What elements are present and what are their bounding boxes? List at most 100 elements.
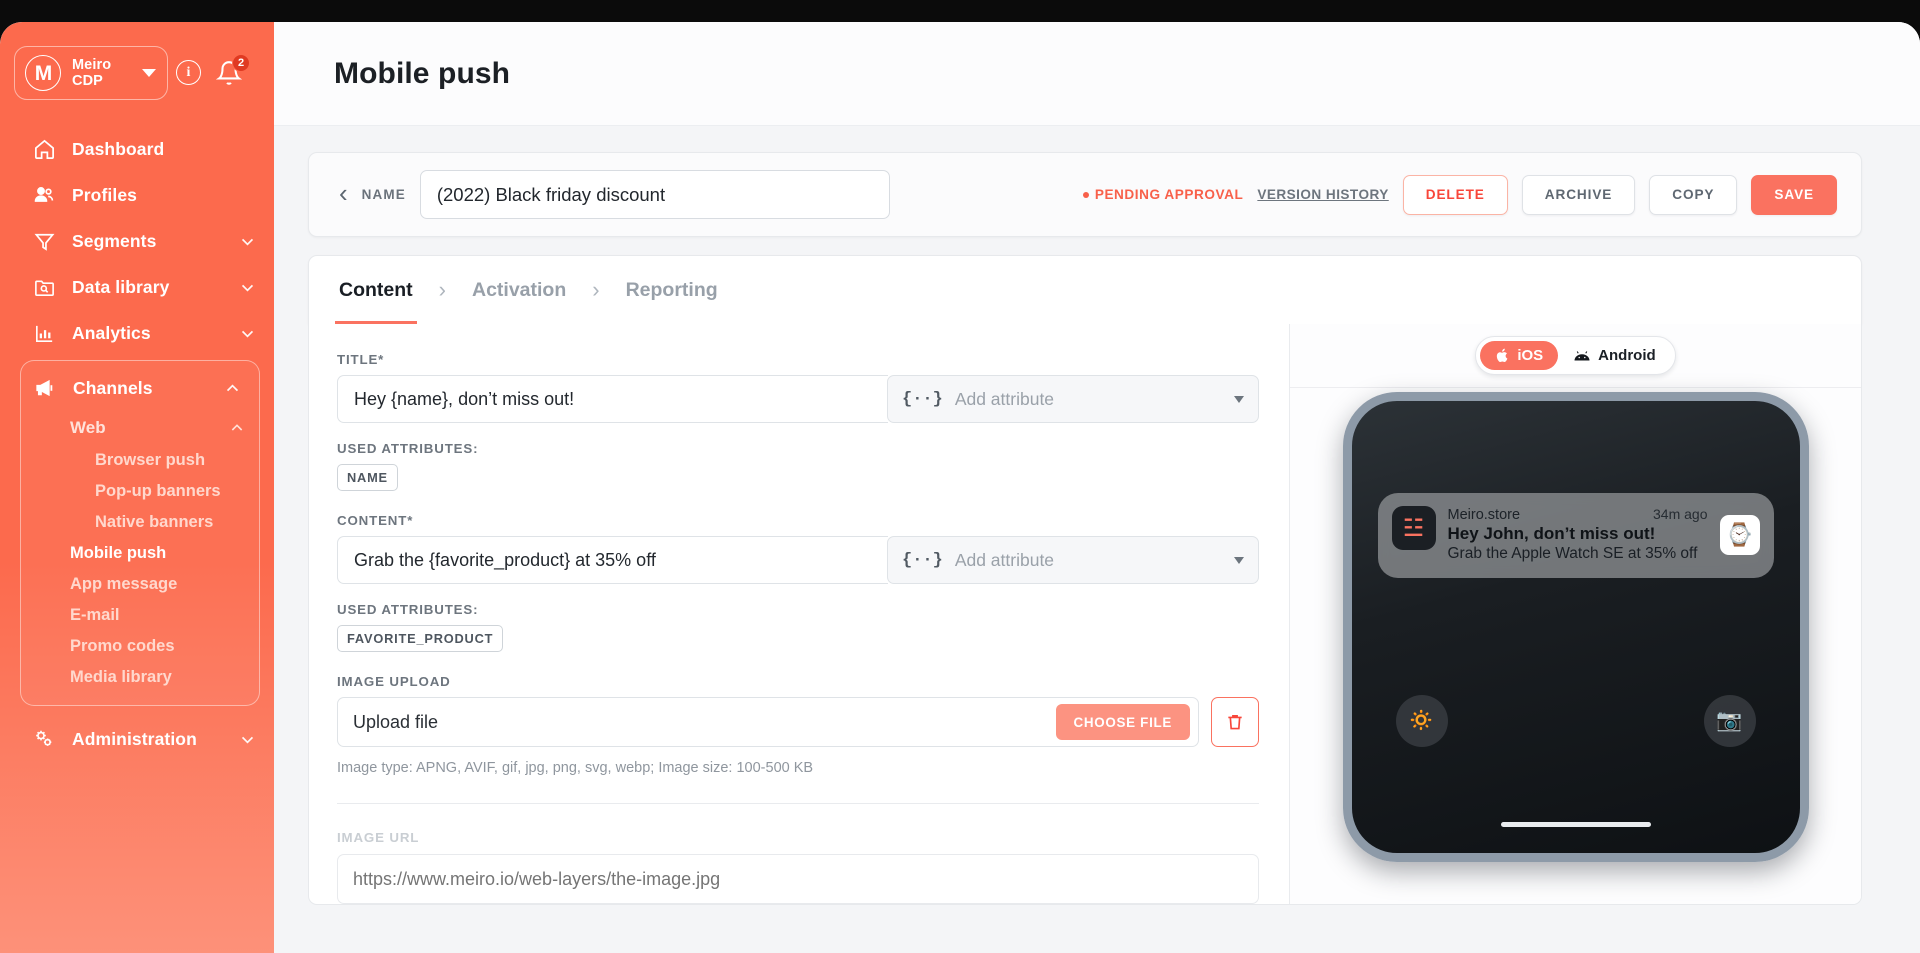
title-add-attribute-select[interactable]: {··} Add attribute bbox=[887, 375, 1259, 423]
notification-time: 34m ago bbox=[1653, 506, 1708, 522]
chevron-right-icon: › bbox=[592, 277, 600, 302]
sidebar-subitem-email[interactable]: E-mail bbox=[21, 600, 259, 631]
camera-icon[interactable]: 📷 bbox=[1703, 695, 1756, 747]
sidebar-item-label: Analytics bbox=[72, 322, 151, 343]
copy-button[interactable]: COPY bbox=[1649, 174, 1738, 215]
sidebar-nav: Dashboard Profiles Segments Data library… bbox=[0, 126, 274, 762]
sidebar: M Meiro CDP i 2 Dashboard Profiles Segme… bbox=[0, 22, 274, 953]
sidebar-item-dashboard[interactable]: Dashboard bbox=[0, 126, 274, 172]
sidebar-subitem-popup-banners[interactable]: Pop-up banners bbox=[21, 476, 259, 507]
notification-app-name: Meiro.store bbox=[1447, 507, 1521, 523]
divider bbox=[337, 803, 1259, 804]
folder-search-icon bbox=[32, 275, 56, 299]
preview-column: iOS Android ☳ Meiro.store 34m ago Hey Jo… bbox=[1289, 324, 1861, 904]
page-title: Mobile push bbox=[334, 56, 511, 90]
sidebar-subitem-browser-push[interactable]: Browser push bbox=[21, 445, 259, 476]
sidebar-item-data-library[interactable]: Data library bbox=[0, 264, 274, 310]
campaign-name-input[interactable] bbox=[419, 170, 890, 219]
app-window: M Meiro CDP i 2 Dashboard Profiles Segme… bbox=[0, 22, 1920, 953]
content-used-attributes-label: USED ATTRIBUTES: bbox=[337, 602, 479, 617]
sidebar-item-administration[interactable]: Administration bbox=[0, 716, 274, 762]
os-switch: iOS Android bbox=[1475, 336, 1676, 375]
sidebar-item-segments[interactable]: Segments bbox=[0, 218, 274, 264]
content-add-attribute-select[interactable]: {··} Add attribute bbox=[887, 536, 1259, 584]
notification-title: Hey John, don’t miss out! bbox=[1447, 524, 1656, 543]
tab-activation[interactable]: Activation bbox=[468, 256, 570, 324]
chevron-down-icon bbox=[1234, 556, 1244, 564]
info-button[interactable]: i bbox=[176, 60, 202, 86]
braces-icon: {··} bbox=[902, 550, 943, 570]
chevron-down-icon bbox=[1234, 395, 1244, 403]
notifications-button[interactable]: 2 bbox=[216, 54, 250, 86]
upload-file-field[interactable]: Upload file CHOOSE FILE bbox=[337, 697, 1199, 747]
os-tab-android[interactable]: Android bbox=[1558, 341, 1671, 370]
sidebar-subitem-native-banners[interactable]: Native banners bbox=[21, 507, 259, 538]
sidebar-item-label: Channels bbox=[73, 377, 153, 398]
choose-file-button[interactable]: CHOOSE FILE bbox=[1055, 704, 1190, 740]
sidebar-item-label: Profiles bbox=[72, 184, 137, 205]
delete-image-button[interactable] bbox=[1211, 697, 1259, 747]
upload-file-placeholder: Upload file bbox=[353, 711, 439, 732]
sidebar-subitem-label: Web bbox=[70, 418, 106, 437]
sidebar-subitem-media-library[interactable]: Media library bbox=[21, 662, 259, 693]
meiro-logo-icon: M bbox=[25, 55, 61, 91]
bar-chart-icon bbox=[32, 321, 56, 345]
chevron-left-icon[interactable]: ‹ bbox=[333, 180, 362, 209]
workspace-switcher[interactable]: M Meiro CDP bbox=[14, 46, 168, 100]
phone-preview: ☳ Meiro.store 34m ago Hey John, don’t mi… bbox=[1290, 388, 1861, 888]
toolbar-actions: PENDING APPROVAL VERSION HISTORY DELETE … bbox=[1082, 174, 1837, 215]
name-label: NAME bbox=[361, 187, 406, 202]
notification-text: Grab the Apple Watch SE at 35% off bbox=[1447, 545, 1698, 562]
os-switch-wrap: iOS Android bbox=[1290, 324, 1861, 388]
image-url-label: IMAGE URL bbox=[337, 830, 420, 845]
sidebar-subitem-web[interactable]: Web bbox=[21, 411, 259, 445]
notification-card: ☳ Meiro.store 34m ago Hey John, don’t mi… bbox=[1377, 493, 1774, 578]
add-attribute-placeholder: Add attribute bbox=[954, 388, 1055, 409]
sidebar-item-label: Segments bbox=[72, 230, 157, 251]
name-toolbar: ‹ NAME PENDING APPROVAL VERSION HISTORY … bbox=[308, 152, 1862, 237]
delete-button[interactable]: DELETE bbox=[1402, 174, 1508, 215]
image-url-input[interactable] bbox=[337, 854, 1259, 904]
sidebar-header: M Meiro CDP i 2 bbox=[0, 36, 274, 100]
apple-icon bbox=[1497, 348, 1508, 363]
apple-watch-thumbnail: ⌚ bbox=[1719, 514, 1760, 555]
content-input[interactable] bbox=[337, 536, 888, 584]
chevron-up-icon bbox=[229, 420, 245, 436]
brand-name: Meiro CDP bbox=[72, 57, 111, 89]
os-tab-ios-label: iOS bbox=[1517, 347, 1544, 364]
chevron-down-icon bbox=[239, 233, 256, 250]
home-icon bbox=[32, 137, 56, 161]
save-button[interactable]: SAVE bbox=[1751, 174, 1837, 215]
sidebar-item-label: Data library bbox=[72, 276, 170, 297]
brand-line-1: Meiro bbox=[72, 56, 112, 73]
attribute-chip[interactable]: FAVORITE_PRODUCT bbox=[337, 625, 504, 652]
sidebar-item-analytics[interactable]: Analytics bbox=[0, 310, 274, 356]
version-history-link[interactable]: VERSION HISTORY bbox=[1257, 187, 1388, 203]
title-used-attributes-label: USED ATTRIBUTES: bbox=[337, 441, 479, 456]
archive-button[interactable]: ARCHIVE bbox=[1521, 174, 1636, 215]
gears-icon bbox=[32, 727, 56, 751]
sidebar-item-profiles[interactable]: Profiles bbox=[0, 172, 274, 218]
tab-content[interactable]: Content bbox=[335, 256, 417, 324]
sidebar-subitem-promo-codes[interactable]: Promo codes bbox=[21, 631, 259, 662]
attribute-chip[interactable]: NAME bbox=[337, 464, 398, 491]
content-row: {··} Add attribute bbox=[337, 536, 1259, 584]
sidebar-item-label: Administration bbox=[72, 728, 197, 749]
image-upload-label: IMAGE UPLOAD bbox=[337, 674, 451, 689]
chevron-down-icon bbox=[239, 731, 256, 748]
chevron-right-icon: › bbox=[438, 277, 446, 302]
flashlight-icon[interactable]: 🔅 bbox=[1395, 695, 1448, 747]
phone-frame: ☳ Meiro.store 34m ago Hey John, don’t mi… bbox=[1342, 392, 1809, 862]
sidebar-item-channels[interactable]: Channels bbox=[21, 365, 259, 411]
sidebar-subitem-app-message[interactable]: App message bbox=[21, 569, 259, 600]
tabs-bar: Content › Activation › Reporting bbox=[308, 255, 1862, 324]
meiro-logo-icon: ☳ bbox=[1391, 506, 1436, 550]
sidebar-subitem-mobile-push[interactable]: Mobile push bbox=[21, 538, 259, 569]
people-icon bbox=[32, 183, 56, 207]
title-input[interactable] bbox=[337, 375, 888, 423]
title-field-label: TITLE* bbox=[337, 352, 385, 367]
notification-body: Meiro.store 34m ago Hey John, don’t miss… bbox=[1448, 506, 1708, 563]
trash-icon bbox=[1228, 715, 1242, 730]
tab-reporting[interactable]: Reporting bbox=[622, 256, 722, 324]
os-tab-ios[interactable]: iOS bbox=[1480, 341, 1559, 370]
